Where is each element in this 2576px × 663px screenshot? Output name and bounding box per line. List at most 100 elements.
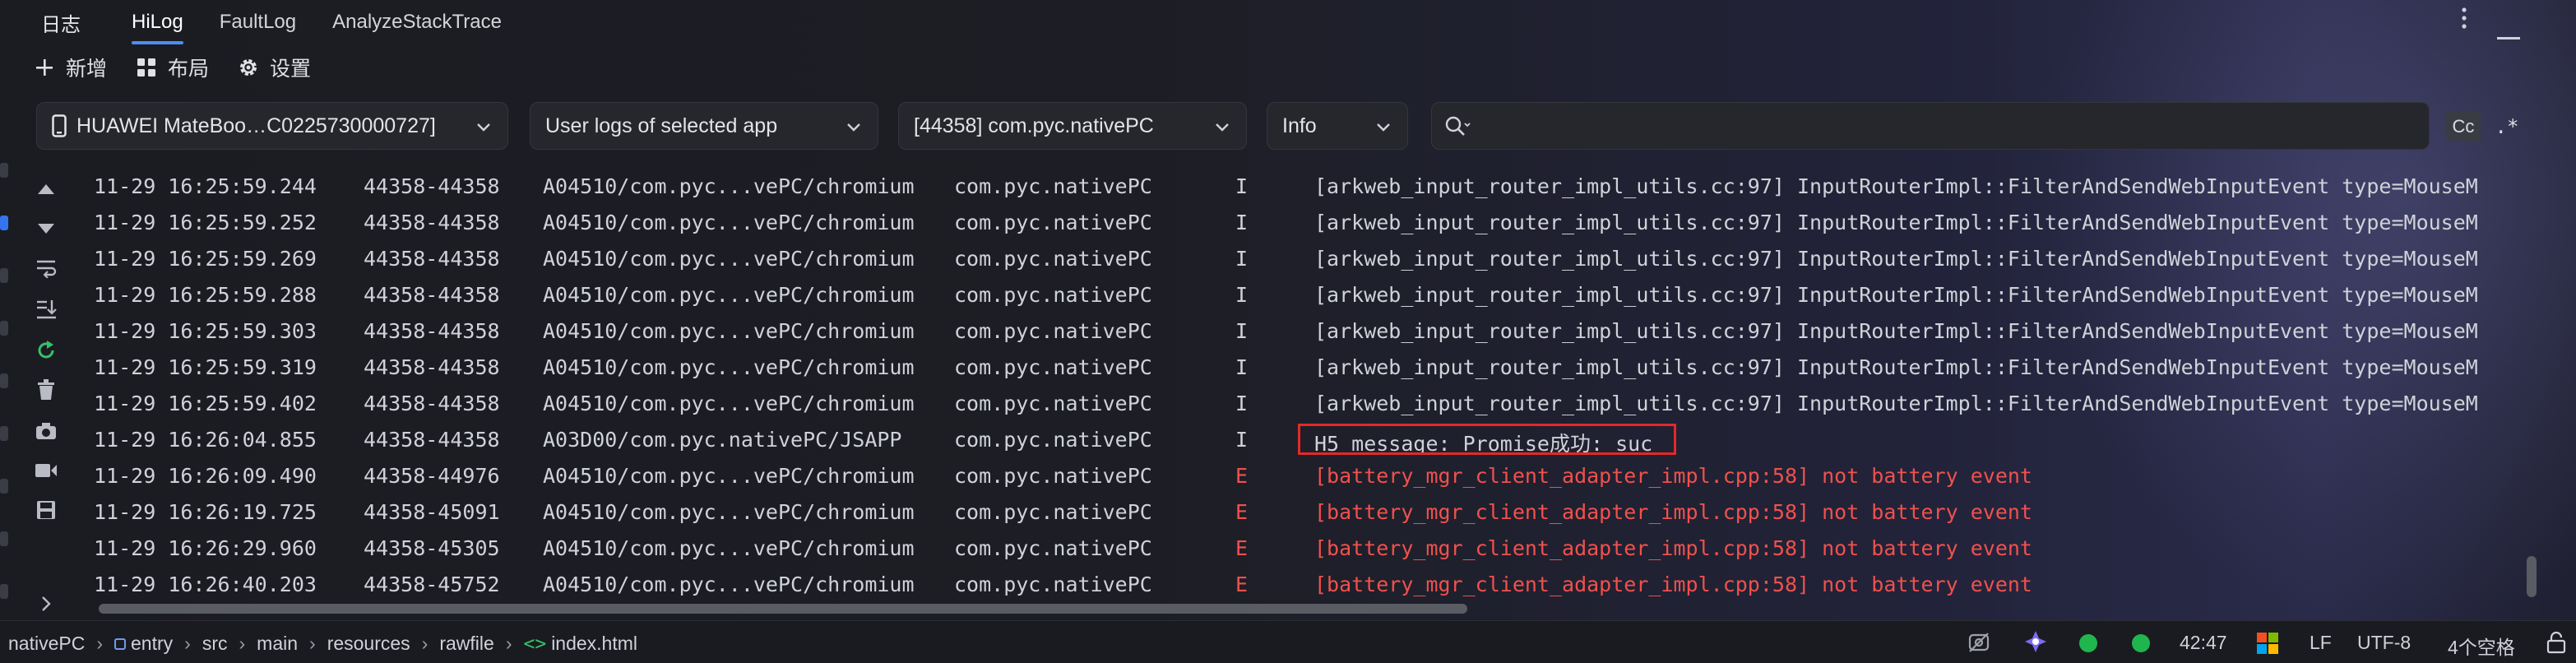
regex-toggle[interactable]: .*	[2490, 112, 2523, 141]
restart-icon[interactable]	[30, 334, 63, 367]
settings-button[interactable]: 设置	[237, 53, 311, 82]
chevron-right-icon[interactable]	[30, 587, 63, 620]
windows-icon[interactable]	[2257, 633, 2278, 659]
log-row-highlighted[interactable]: 11-29 16:26:04.855 44358-44358 A03D00/co…	[79, 421, 2522, 457]
log-level: I	[1235, 247, 1249, 271]
process-select[interactable]: [44358] com.pyc.nativePC	[898, 102, 1247, 150]
chevron-right-icon: ›	[96, 633, 103, 654]
arrow-down-icon[interactable]	[30, 212, 63, 245]
log-level: I	[1235, 355, 1249, 379]
log-toolbar: 新增 布局 设置	[33, 49, 339, 86]
indent-setting[interactable]: 4个空格	[2448, 632, 2515, 660]
layout-button[interactable]: 布局	[135, 53, 209, 82]
breadcrumb-item[interactable]: entry	[131, 633, 173, 655]
log-time: 11-29 16:26:04.855	[94, 428, 317, 452]
log-time: 11-29 16:25:59.303	[94, 319, 317, 343]
device-select[interactable]: HUAWEI MateBoo…C0225730000727]	[36, 102, 508, 150]
log-row[interactable]: 11-29 16:25:59.269 44358-44358 A04510/co…	[79, 240, 2522, 276]
log-scope-select[interactable]: User logs of selected app	[530, 102, 878, 150]
log-tag: A04510/com.pyc...vePC/chromium	[543, 573, 915, 596]
breadcrumb-item[interactable]: index.html	[551, 633, 637, 655]
tool-window-marker[interactable]	[0, 268, 8, 283]
log-row[interactable]: 11-29 16:26:29.960 44358-45305 A04510/co…	[79, 530, 2522, 566]
log-level-value: Info	[1282, 114, 1317, 137]
lock-icon[interactable]	[2546, 631, 2566, 659]
minimize-icon[interactable]	[2497, 20, 2520, 46]
match-case-toggle[interactable]: Cc	[2446, 112, 2481, 141]
chevron-right-icon: ›	[309, 633, 316, 654]
line-ending[interactable]: LF	[2310, 632, 2332, 654]
log-message: [arkweb_input_router_impl_utils.cc:97] I…	[1314, 355, 2478, 379]
tool-window-marker-active[interactable]	[0, 216, 8, 230]
log-row[interactable]: 11-29 16:25:59.402 44358-44358 A04510/co…	[79, 385, 2522, 421]
log-package: com.pyc.nativePC	[954, 392, 1152, 415]
more-icon[interactable]	[2459, 5, 2469, 37]
tool-window-marker[interactable]	[0, 426, 8, 441]
log-level: I	[1235, 392, 1249, 415]
log-time: 11-29 16:26:19.725	[94, 500, 317, 524]
log-level: E	[1235, 536, 1249, 560]
ai-icon[interactable]	[2023, 629, 2048, 659]
log-row[interactable]: 11-29 16:25:59.288 44358-44358 A04510/co…	[79, 276, 2522, 313]
log-search-input[interactable]	[1431, 102, 2430, 150]
phone-icon	[52, 114, 67, 137]
search-icon	[1443, 114, 1471, 143]
log-pid: 44358-44358	[364, 392, 500, 415]
log-level-select[interactable]: Info	[1267, 102, 1408, 150]
tab-faultlog[interactable]: FaultLog	[202, 0, 314, 44]
camera-icon[interactable]	[30, 415, 63, 447]
arrow-up-icon[interactable]	[30, 173, 63, 206]
wrap-icon[interactable]	[30, 252, 63, 285]
horizontal-scrollbar[interactable]	[99, 604, 1467, 614]
file-encoding[interactable]: UTF-8	[2357, 632, 2411, 654]
breadcrumb-item[interactable]: src	[202, 633, 228, 655]
breadcrumb-item[interactable]: rawfile	[439, 633, 493, 655]
add-button[interactable]: 新增	[33, 53, 107, 82]
tool-window-marker[interactable]	[0, 584, 8, 599]
log-row[interactable]: 11-29 16:25:59.244 44358-44358 A04510/co…	[79, 168, 2522, 204]
save-icon[interactable]	[30, 494, 63, 526]
scroll-end-icon[interactable]	[30, 293, 63, 326]
tool-window-marker[interactable]	[0, 373, 8, 388]
log-row[interactable]: 11-29 16:25:59.252 44358-44358 A04510/co…	[79, 204, 2522, 240]
breadcrumb-item[interactable]: resources	[327, 633, 410, 655]
tool-window-marker[interactable]	[0, 163, 8, 178]
breadcrumb-item[interactable]: nativePC	[8, 633, 85, 655]
tab-analyzestacktrace[interactable]: AnalyzeStackTrace	[314, 0, 520, 44]
log-message: [battery_mgr_client_adapter_impl.cpp:58]…	[1314, 464, 2032, 488]
annotation-highlight-box	[1298, 424, 1676, 455]
log-row[interactable]: 11-29 16:26:19.725 44358-45091 A04510/co…	[79, 494, 2522, 530]
video-icon[interactable]	[30, 454, 63, 487]
log-table: 11-29 16:25:59.244 44358-44358 A04510/co…	[79, 168, 2522, 604]
log-package: com.pyc.nativePC	[954, 283, 1152, 307]
log-package: com.pyc.nativePC	[954, 247, 1152, 271]
log-pid: 44358-45752	[364, 573, 500, 596]
log-time: 11-29 16:25:59.288	[94, 283, 317, 307]
cursor-position[interactable]: 42:47	[2180, 632, 2227, 654]
log-row[interactable]: 11-29 16:26:09.490 44358-44976 A04510/co…	[79, 457, 2522, 494]
vertical-scrollbar[interactable]	[2527, 556, 2537, 597]
log-time: 11-29 16:26:09.490	[94, 464, 317, 488]
status-ok-indicator[interactable]	[2132, 634, 2150, 652]
log-row[interactable]: 11-29 16:26:40.203 44358-45752 A04510/co…	[79, 566, 2522, 602]
log-message: [arkweb_input_router_impl_utils.cc:97] I…	[1314, 211, 2478, 234]
no-eye-icon[interactable]	[1967, 631, 1990, 659]
breadcrumb-item[interactable]: main	[257, 633, 298, 655]
log-level: E	[1235, 573, 1249, 596]
tool-window-marker[interactable]	[0, 531, 8, 546]
tool-window-marker[interactable]	[0, 321, 8, 336]
log-pid: 44358-44976	[364, 464, 500, 488]
log-package: com.pyc.nativePC	[954, 355, 1152, 379]
status-ok-indicator[interactable]	[2079, 634, 2097, 652]
log-tag: A04510/com.pyc...vePC/chromium	[543, 211, 915, 234]
log-pid: 44358-44358	[364, 283, 500, 307]
log-row[interactable]: 11-29 16:25:59.319 44358-44358 A04510/co…	[79, 349, 2522, 385]
log-level: I	[1235, 174, 1249, 198]
tab-hilog[interactable]: HiLog	[114, 0, 202, 44]
trash-icon[interactable]	[30, 373, 63, 406]
tool-window-marker[interactable]	[0, 479, 8, 494]
log-time: 11-29 16:25:59.244	[94, 174, 317, 198]
log-level: I	[1235, 283, 1249, 307]
log-row[interactable]: 11-29 16:25:59.303 44358-44358 A04510/co…	[79, 313, 2522, 349]
device-value: HUAWEI MateBoo…C0225730000727]	[76, 114, 436, 137]
